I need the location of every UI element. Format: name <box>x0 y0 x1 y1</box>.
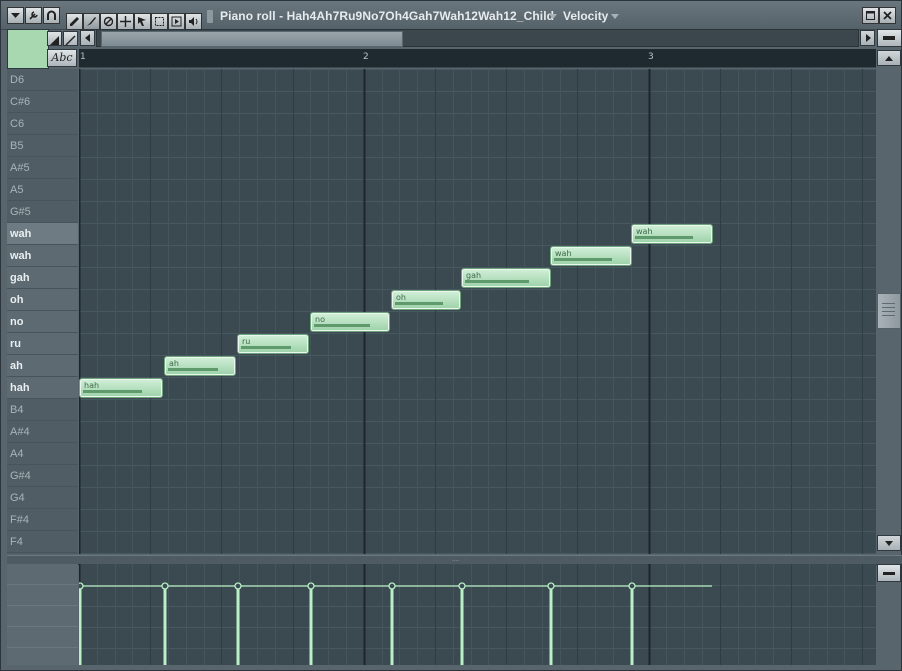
key-note[interactable]: C6 <box>7 113 78 135</box>
bar-number: 2 <box>363 52 369 62</box>
note-velocity-bar <box>635 236 693 239</box>
key-lyric[interactable]: no <box>7 311 78 333</box>
note-velocity-bar <box>554 258 612 261</box>
note-velocity-bar <box>241 346 291 349</box>
portamento-tool-icon[interactable] <box>63 31 78 46</box>
vertical-scrollbar[interactable] <box>877 67 901 534</box>
note-velocity-bar <box>168 368 218 371</box>
key-note[interactable]: F#4 <box>7 509 78 531</box>
note-label: no <box>315 315 325 324</box>
vertical-scroll-thumb[interactable] <box>877 293 901 329</box>
note-label: oh <box>396 293 406 302</box>
note[interactable]: oh <box>392 291 460 309</box>
title-bar[interactable]: Piano roll - Hah4Ah7Ru9No7Oh4Gah7Wah12Wa… <box>1 1 901 30</box>
note[interactable]: ah <box>165 357 235 375</box>
wrench-icon[interactable] <box>25 7 42 24</box>
note-velocity-bar <box>314 324 370 327</box>
note-velocity-bar <box>465 280 529 283</box>
mute-icon[interactable] <box>100 13 117 30</box>
dropdown-icon[interactable] <box>7 7 24 24</box>
key-lyric[interactable]: oh <box>7 289 78 311</box>
note-label: ah <box>169 359 179 368</box>
window-title: Piano roll - Hah4Ah7Ru9No7Oh4Gah7Wah12Wa… <box>220 9 555 23</box>
target-control-label[interactable]: Velocity <box>563 9 608 23</box>
key-note[interactable]: D6 <box>7 69 78 91</box>
key-note[interactable]: G#4 <box>7 465 78 487</box>
abc-button[interactable]: Abc <box>47 49 77 67</box>
velocity-handle <box>234 582 242 590</box>
note-grid[interactable]: hah ah ru no oh gah wah wah <box>79 69 876 554</box>
velocity-lane <box>79 564 876 665</box>
note-label: wah <box>636 227 653 236</box>
key-lyric[interactable]: gah <box>7 267 78 289</box>
key-lyric[interactable]: hah <box>7 377 78 399</box>
magnet-icon[interactable] <box>43 7 60 24</box>
select-icon[interactable] <box>134 13 151 30</box>
note-label: ru <box>242 337 251 346</box>
color-swatch[interactable] <box>7 29 49 69</box>
velocity-handle <box>79 582 84 590</box>
key-note[interactable]: A4 <box>7 443 78 465</box>
key-note[interactable]: F4 <box>7 531 78 553</box>
slide-tool-icon[interactable] <box>47 31 62 46</box>
key-lyric[interactable]: ru <box>7 333 78 355</box>
pencil-icon[interactable] <box>66 13 83 30</box>
slice-icon[interactable] <box>117 13 134 30</box>
key-note[interactable]: A#5 <box>7 157 78 179</box>
title-dropdown-icon[interactable] <box>549 14 557 19</box>
velocity-handle <box>547 582 555 590</box>
grid-lines <box>79 69 876 554</box>
piano-roll-window: Piano roll - Hah4Ah7Ru9No7Oh4Gah7Wah12Wa… <box>0 0 902 671</box>
velocity-handle <box>458 582 466 590</box>
horizontal-scroll-thumb[interactable] <box>101 31 403 47</box>
playback-icon[interactable] <box>168 13 185 30</box>
event-menu-button[interactable] <box>877 564 901 582</box>
bar-number: 3 <box>648 52 654 62</box>
velocity-handle <box>388 582 396 590</box>
note[interactable]: ru <box>238 335 308 353</box>
horizontal-scrollbar[interactable] <box>96 29 859 47</box>
velocity-handle <box>628 582 636 590</box>
velocity-dropdown-icon[interactable] <box>611 14 619 19</box>
key-lyric[interactable]: wah <box>7 245 78 267</box>
zoom-icon[interactable] <box>151 13 168 30</box>
piano-keyboard[interactable]: D6 C#6 C6 B5 A#5 A5 G#5 wah wah gah oh no ru ah hah B4 A… <box>7 69 78 554</box>
close-icon[interactable] <box>879 7 896 24</box>
title-grip[interactable] <box>207 10 213 23</box>
note-label: wah <box>555 249 572 258</box>
brush-icon[interactable] <box>83 13 100 30</box>
velocity-editor[interactable] <box>79 564 876 665</box>
note[interactable]: wah <box>551 247 631 265</box>
scroll-up-icon[interactable] <box>877 50 901 66</box>
key-note[interactable]: A5 <box>7 179 78 201</box>
note-velocity-bar <box>83 390 142 393</box>
key-note[interactable]: G4 <box>7 487 78 509</box>
bar-number: 1 <box>80 52 86 62</box>
note[interactable]: no <box>311 313 389 331</box>
minimize-icon[interactable] <box>862 7 879 24</box>
key-lyric[interactable]: ah <box>7 355 78 377</box>
velocity-handle <box>161 582 169 590</box>
velocity-handle <box>307 582 315 590</box>
note[interactable]: gah <box>462 269 550 287</box>
key-note[interactable]: B5 <box>7 135 78 157</box>
key-note[interactable]: G#5 <box>7 201 78 223</box>
key-lyric[interactable]: wah <box>7 223 78 245</box>
key-note[interactable]: A#4 <box>7 421 78 443</box>
scroll-left-icon[interactable] <box>80 30 95 46</box>
note-label: hah <box>84 381 100 390</box>
note[interactable]: wah <box>632 225 712 243</box>
note-velocity-bar <box>395 302 443 305</box>
note[interactable]: hah <box>80 379 162 397</box>
scroll-right-icon[interactable] <box>860 30 875 46</box>
speaker-icon[interactable] <box>185 13 202 30</box>
scroll-down-icon[interactable] <box>877 535 901 551</box>
event-editor-scale <box>7 564 78 665</box>
note-label: gah <box>466 271 482 280</box>
key-note[interactable]: C#6 <box>7 91 78 113</box>
key-note[interactable]: B4 <box>7 399 78 421</box>
menu-button[interactable] <box>877 29 902 47</box>
timeline-ruler[interactable]: 1 2 3 <box>79 49 876 68</box>
